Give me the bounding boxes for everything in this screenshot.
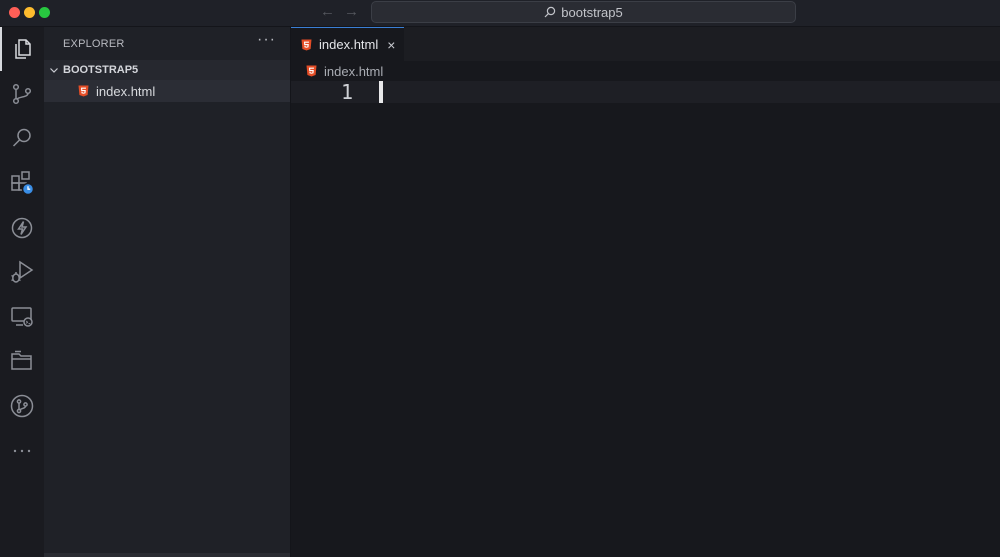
folder-name: BOOTSTRAP5: [63, 64, 139, 76]
extensions-button[interactable]: [0, 161, 44, 205]
tab-index-html[interactable]: index.html ×: [291, 27, 404, 61]
lightning-button[interactable]: [0, 206, 44, 250]
remote-explorer-button[interactable]: [0, 295, 44, 339]
source-control-button[interactable]: [0, 72, 44, 116]
remote-explorer-icon: [11, 307, 33, 327]
command-center-search[interactable]: bootstrap5: [371, 1, 796, 23]
activity-bar: [0, 27, 44, 557]
explorer-sidebar: EXPLORER ··· BOOTSTRAP5 index.html: [44, 27, 291, 557]
files-icon: [15, 39, 31, 59]
file-name: index.html: [96, 83, 156, 99]
search-icon: [544, 6, 556, 18]
file-row-index-html[interactable]: index.html: [44, 80, 290, 102]
close-icon[interactable]: ×: [387, 38, 395, 52]
breadcrumb: index.html: [306, 62, 383, 80]
chevron-down-icon: [50, 68, 58, 73]
minimize-window-button[interactable]: [24, 7, 35, 18]
html5-icon: [78, 85, 89, 97]
breadcrumb-item[interactable]: index.html: [324, 64, 383, 79]
close-window-button[interactable]: [9, 7, 20, 18]
title-bar: ← → bootstrap5: [0, 0, 1000, 27]
forward-arrow-icon[interactable]: →: [344, 3, 359, 21]
run-debug-button[interactable]: [0, 250, 44, 294]
sidebar-more-icon[interactable]: ···: [257, 31, 276, 49]
html5-icon: [301, 39, 312, 50]
lightning-icon: [11, 217, 33, 239]
line-number: 1: [341, 80, 354, 104]
tab-label: index.html: [319, 37, 379, 52]
sidebar-title: EXPLORER: [63, 38, 125, 50]
source-control-icon: [12, 83, 32, 105]
run-debug-icon: [11, 260, 34, 283]
html5-icon: [306, 65, 317, 77]
search-icon: [12, 128, 31, 147]
git-graph-icon: [10, 394, 34, 418]
tab-bar: index.html ×: [291, 27, 1000, 61]
git-graph-button[interactable]: [0, 384, 44, 428]
command-center-label: bootstrap5: [561, 4, 623, 20]
horizontal-scrollbar[interactable]: [44, 553, 290, 557]
more-actions-button[interactable]: [0, 429, 44, 473]
more-icon: [13, 449, 31, 453]
current-line-highlight[interactable]: [291, 81, 1000, 103]
maximize-window-button[interactable]: [39, 7, 50, 18]
search-button[interactable]: [0, 116, 44, 160]
extensions-icon: [11, 171, 35, 196]
folder-row-bootstrap5[interactable]: BOOTSTRAP5: [44, 60, 290, 80]
folder-icon: [11, 350, 32, 370]
text-cursor: [379, 81, 383, 103]
explorer-button[interactable]: [0, 27, 44, 71]
editor-area: index.html × index.html 1: [291, 27, 1000, 557]
folder-button[interactable]: [0, 339, 44, 383]
back-arrow-icon[interactable]: ←: [320, 3, 335, 21]
